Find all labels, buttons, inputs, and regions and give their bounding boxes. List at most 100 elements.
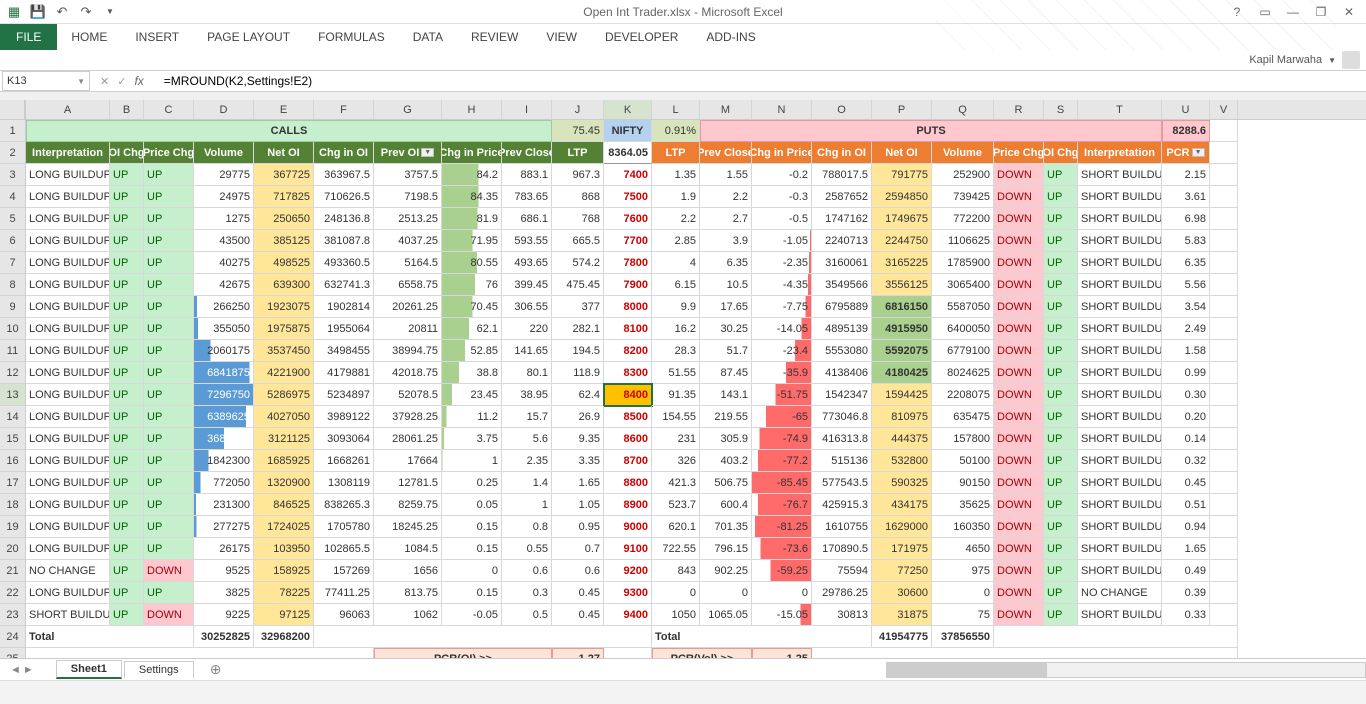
cell[interactable]: 18245.25 — [374, 516, 442, 538]
cell[interactable]: LONG BUILDUP — [26, 582, 110, 604]
cell[interactable]: 600.4 — [700, 494, 752, 516]
cell[interactable]: PCR(Vol) >> — [652, 648, 752, 658]
cell[interactable] — [1210, 164, 1238, 186]
cell[interactable]: 0.32 — [1162, 450, 1210, 472]
cell[interactable]: 665.5 — [552, 230, 604, 252]
cell[interactable]: 12781.5 — [374, 472, 442, 494]
cell[interactable]: 96063 — [314, 604, 374, 626]
cell[interactable]: UP — [1044, 450, 1078, 472]
cell[interactable]: UP — [144, 494, 194, 516]
cell[interactable]: 170890.5 — [812, 538, 872, 560]
cell[interactable] — [1210, 318, 1238, 340]
cell[interactable]: 3065400 — [932, 274, 994, 296]
cell[interactable]: 62.4 — [552, 384, 604, 406]
row-header-19[interactable]: 19 — [0, 516, 25, 538]
cell[interactable]: 77250 — [872, 560, 932, 582]
sheet-nav-last-icon[interactable]: ► — [23, 664, 34, 676]
row-header-13[interactable]: 13 — [0, 384, 25, 406]
cell[interactable]: 5234897 — [314, 384, 374, 406]
cell[interactable]: 52078.5 — [374, 384, 442, 406]
cell[interactable] — [1210, 186, 1238, 208]
cell[interactable]: 50100 — [932, 450, 994, 472]
col-header-E[interactable]: E — [254, 100, 314, 119]
cell[interactable]: 416313.8 — [812, 428, 872, 450]
cell[interactable]: SHORT BUILDUP — [1078, 164, 1162, 186]
cell[interactable]: DOWN — [994, 560, 1044, 582]
home-tab[interactable]: HOME — [57, 24, 121, 50]
cell[interactable]: 7400 — [604, 164, 652, 186]
cell[interactable]: 6.35 — [1162, 252, 1210, 274]
cell[interactable]: 3121125 — [254, 428, 314, 450]
cell[interactable]: 3688950 — [194, 428, 254, 450]
cell[interactable]: 62.1 — [442, 318, 502, 340]
cell[interactable]: 1.4 — [502, 472, 552, 494]
cell[interactable]: 9100 — [604, 538, 652, 560]
cell[interactable]: 1.27 — [552, 648, 604, 658]
cell[interactable]: 9300 — [604, 582, 652, 604]
cell[interactable]: Total — [652, 626, 872, 648]
cell[interactable]: 6389625 — [194, 406, 254, 428]
cell[interactable]: 6.98 — [1162, 208, 1210, 230]
cell[interactable]: 84.35 — [442, 186, 502, 208]
cell[interactable]: 0.94 — [1162, 516, 1210, 538]
cell[interactable]: 171975 — [872, 538, 932, 560]
cell[interactable]: 590325 — [872, 472, 932, 494]
cell[interactable]: 0 — [932, 582, 994, 604]
cell[interactable] — [1210, 384, 1238, 406]
cell[interactable]: 1705780 — [314, 516, 374, 538]
cell[interactable]: 768 — [552, 208, 604, 230]
page-layout-tab[interactable]: PAGE LAYOUT — [193, 24, 304, 50]
cell[interactable]: SHORT BUILDUP — [1078, 516, 1162, 538]
cell[interactable]: 1594425 — [872, 384, 932, 406]
cell[interactable]: 194.5 — [552, 340, 604, 362]
cell[interactable]: 8364.05 — [604, 142, 652, 164]
cell[interactable]: PUTS — [700, 120, 1162, 142]
cell[interactable]: 377 — [552, 296, 604, 318]
cell[interactable]: 2.35 — [502, 450, 552, 472]
cell[interactable]: 1749675 — [872, 208, 932, 230]
cell[interactable]: -73.6 — [752, 538, 812, 560]
cell[interactable]: 363967.5 — [314, 164, 374, 186]
row-header-21[interactable]: 21 — [0, 560, 25, 582]
cell[interactable]: 306.55 — [502, 296, 552, 318]
row-header-15[interactable]: 15 — [0, 428, 25, 450]
cell[interactable]: 772050 — [194, 472, 254, 494]
undo-icon[interactable]: ↶ — [52, 2, 72, 22]
cell[interactable]: 355050 — [194, 318, 254, 340]
cell[interactable]: UP — [110, 252, 144, 274]
cell[interactable]: 967.3 — [552, 164, 604, 186]
cell[interactable]: LONG BUILDUP — [26, 450, 110, 472]
cell[interactable]: LONG BUILDUP — [26, 472, 110, 494]
cell[interactable]: 3093064 — [314, 428, 374, 450]
cell[interactable]: 0.7 — [552, 538, 604, 560]
cell[interactable]: 3.75 — [442, 428, 502, 450]
cell[interactable]: LTP — [652, 142, 700, 164]
cell[interactable]: 5286975 — [254, 384, 314, 406]
fx-icon[interactable]: fx — [134, 74, 149, 88]
cell[interactable]: UP — [110, 318, 144, 340]
cell[interactable] — [812, 648, 1238, 658]
cell[interactable]: -23.4 — [752, 340, 812, 362]
cell[interactable]: 41954775 — [872, 626, 932, 648]
cell[interactable]: 1542347 — [812, 384, 872, 406]
cell[interactable]: 739425 — [932, 186, 994, 208]
cell[interactable]: 220 — [502, 318, 552, 340]
col-header-G[interactable]: G — [374, 100, 442, 119]
col-header-M[interactable]: M — [700, 100, 752, 119]
cell[interactable]: LONG BUILDUP — [26, 428, 110, 450]
cell[interactable]: 0.15 — [442, 582, 502, 604]
cell[interactable]: -74.9 — [752, 428, 812, 450]
cell[interactable]: Prev OI▼ — [374, 142, 442, 164]
cell[interactable]: DOWN — [994, 472, 1044, 494]
cell[interactable]: 3165225 — [872, 252, 932, 274]
cell[interactable]: 75 — [932, 604, 994, 626]
cell[interactable]: 577543.5 — [812, 472, 872, 494]
cell[interactable]: 385125 — [254, 230, 314, 252]
cell[interactable]: 701.35 — [700, 516, 752, 538]
cell[interactable]: LONG BUILDUP — [26, 384, 110, 406]
close-icon[interactable]: ✕ — [1336, 2, 1362, 22]
excel-icon[interactable]: ▦ — [4, 2, 24, 22]
cell[interactable]: Price Chg — [994, 142, 1044, 164]
cell[interactable]: 252900 — [932, 164, 994, 186]
cell[interactable]: DOWN — [994, 428, 1044, 450]
